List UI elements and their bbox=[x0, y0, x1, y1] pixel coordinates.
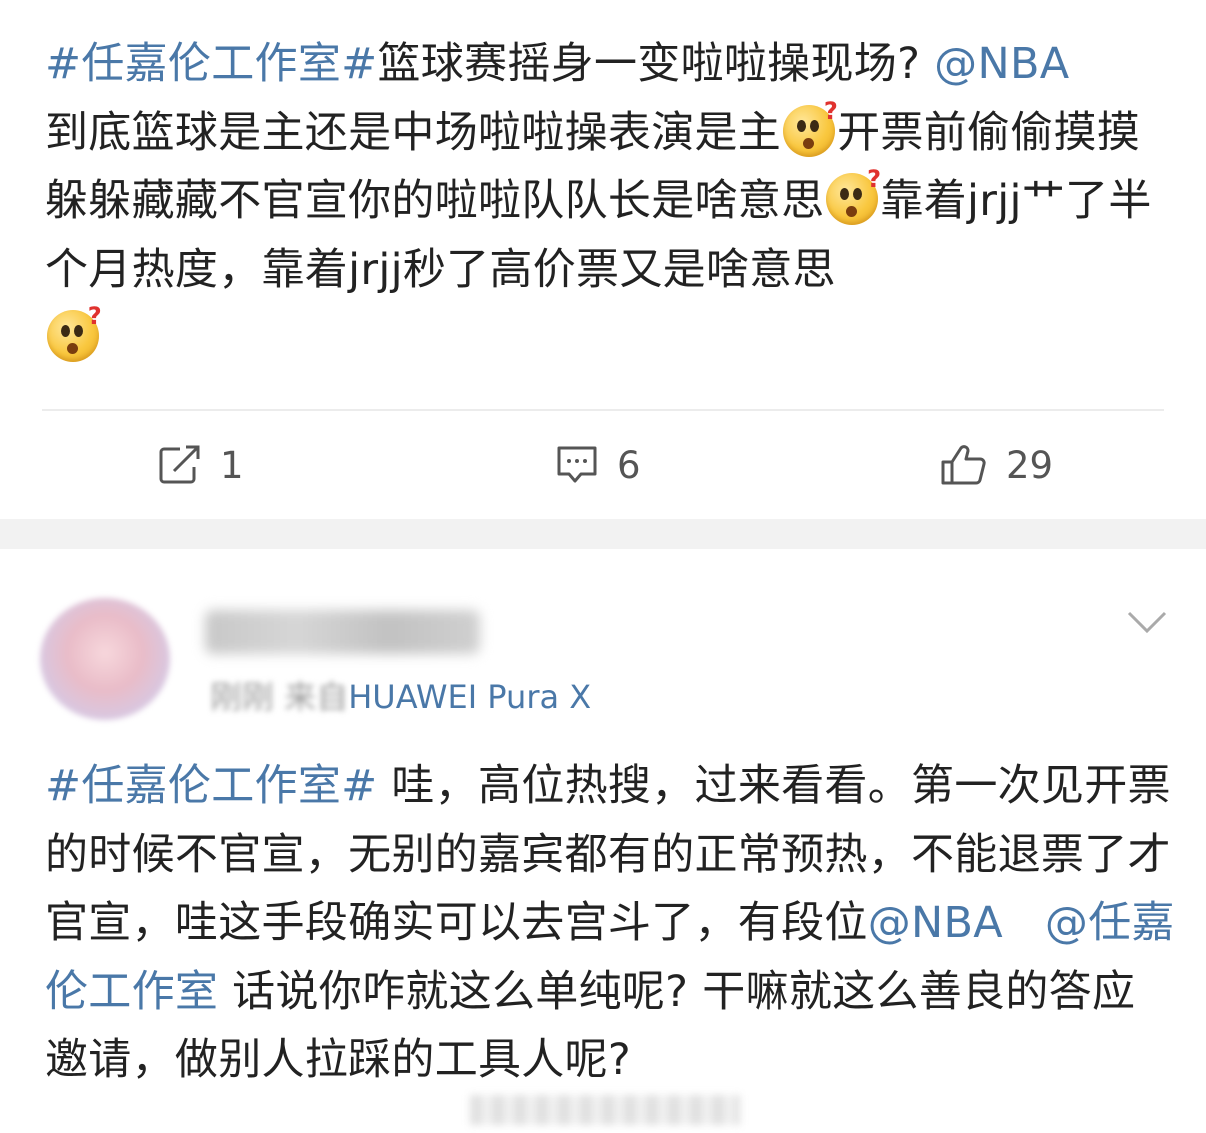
comment-mention-nba[interactable]: @NBA bbox=[868, 898, 1003, 948]
repost-count: 1 bbox=[220, 443, 244, 487]
username-blurred[interactable] bbox=[205, 610, 480, 654]
confused-question-emoji-icon: ? bbox=[47, 304, 102, 362]
action-bar: 1 6 29 bbox=[0, 440, 1206, 490]
like-button[interactable]: 29 bbox=[940, 440, 1053, 490]
repost-icon bbox=[159, 445, 200, 484]
section-separator bbox=[0, 519, 1206, 549]
avatar[interactable] bbox=[40, 598, 170, 720]
comment-meta: 刚刚 来自HUAWEI Pura X bbox=[210, 672, 591, 718]
comment-hashtag[interactable]: #任嘉伦工作室# bbox=[45, 761, 377, 811]
confused-question-emoji-icon: ? bbox=[783, 99, 838, 157]
post-text: #任嘉伦工作室#篮球赛摇身一变啦啦操现场? @NBA 到底篮球是主还是中场啦啦操表… bbox=[45, 30, 1175, 373]
watermark bbox=[470, 1095, 740, 1125]
chevron-down-icon[interactable] bbox=[1126, 608, 1168, 636]
comment-button[interactable]: 6 bbox=[555, 440, 641, 490]
divider bbox=[42, 409, 1164, 411]
comment-count: 6 bbox=[617, 443, 641, 487]
confused-question-emoji-icon: ? bbox=[826, 167, 881, 225]
comment-text: #任嘉伦工作室# 哇，高位热搜，过来看看。第一次见开票的时候不官宣，无别的嘉宾都… bbox=[45, 752, 1175, 1095]
comment-icon bbox=[557, 446, 597, 483]
post-hashtag[interactable]: #任嘉伦工作室# bbox=[45, 39, 377, 89]
device-source: HUAWEI Pura X bbox=[348, 678, 592, 716]
thumbs-up-icon bbox=[941, 445, 986, 485]
post-text-2: 到底篮球是主还是中场啦啦操表演是主 bbox=[45, 107, 782, 158]
post-text-1: 篮球赛摇身一变啦啦操现场? bbox=[377, 39, 935, 89]
repost-button[interactable]: 1 bbox=[158, 440, 244, 490]
comment-time: 刚刚 bbox=[210, 678, 275, 716]
like-count: 29 bbox=[1006, 443, 1054, 487]
source-prefix: 来自 bbox=[284, 678, 349, 716]
post-mention-nba[interactable]: @NBA bbox=[934, 39, 1069, 89]
